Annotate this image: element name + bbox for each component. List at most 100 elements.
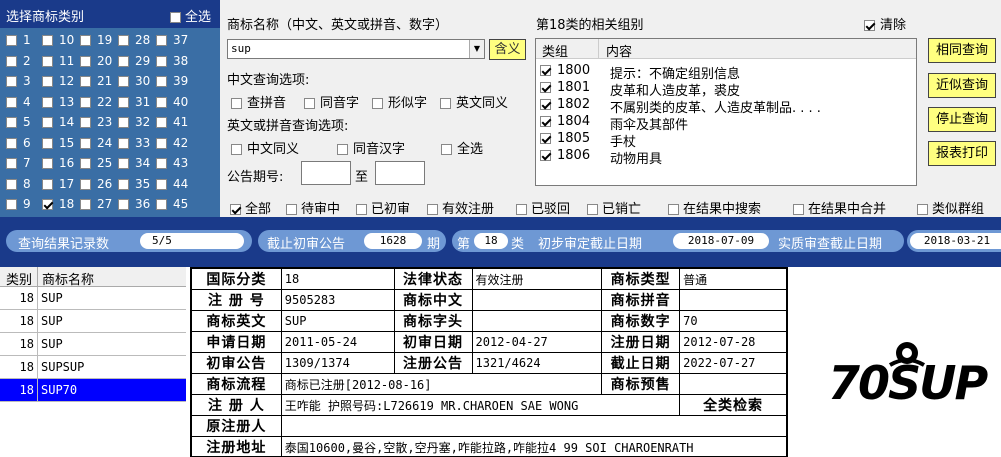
class-checkbox[interactable]: 12 <box>42 74 74 88</box>
issue-to-input[interactable] <box>375 161 425 185</box>
class-checkbox[interactable]: 22 <box>80 95 112 109</box>
group-row[interactable]: 1800 提示：不确定组别信息 <box>540 63 910 82</box>
issue-from-input[interactable] <box>301 161 351 185</box>
initial-deadline-value: 2018-07-09 <box>673 233 769 249</box>
class-checkbox[interactable]: 44 <box>156 177 188 191</box>
class-checkbox[interactable]: 29 <box>118 54 150 68</box>
class-checkbox[interactable]: 40 <box>156 95 188 109</box>
class-checkbox[interactable]: 17 <box>42 177 74 191</box>
print-report-button[interactable]: 报表打印 <box>928 141 996 166</box>
class-checkbox[interactable]: 23 <box>80 115 112 129</box>
class-checkbox[interactable]: 27 <box>80 197 112 211</box>
class-checkbox[interactable]: 3 <box>6 74 31 88</box>
class-checkbox[interactable]: 4 <box>6 95 31 109</box>
trademark-name-input[interactable]: sup <box>227 39 485 59</box>
option-english-synonym[interactable]: 英文同义 <box>440 92 508 111</box>
select-all-classes-checkbox[interactable]: 全选 <box>170 6 211 25</box>
class-checkbox[interactable]: 19 <box>80 33 112 47</box>
option-select-all[interactable]: 全选 <box>441 138 483 157</box>
group-row[interactable]: 1801 皮革和人造皮革，裘皮 <box>540 80 910 99</box>
class-checkbox[interactable]: 1 <box>6 33 31 47</box>
stop-search-button[interactable]: 停止查询 <box>928 107 996 132</box>
option-chinese-synonym[interactable]: 中文同义 <box>231 138 299 157</box>
option-homophone-hanzi[interactable]: 同音汉字 <box>337 138 405 157</box>
table-row[interactable]: 18 SUP <box>0 287 186 310</box>
filter-checkbox[interactable]: 在结果中搜索 <box>668 198 761 217</box>
filter-checkbox[interactable]: 已初审 <box>356 198 410 217</box>
class-checkbox[interactable]: 34 <box>118 156 150 170</box>
meaning-button[interactable]: 含义 <box>489 39 526 60</box>
class-checkbox[interactable]: 14 <box>42 115 74 129</box>
class-checkbox[interactable]: 25 <box>80 156 112 170</box>
filter-checkbox[interactable]: 待审中 <box>286 198 340 217</box>
reg-no-value: 9505283 <box>280 289 395 311</box>
checkbox-icon <box>80 158 91 169</box>
class-number: 5 <box>23 115 31 129</box>
class-checkbox[interactable]: 45 <box>156 197 188 211</box>
class-checkbox[interactable]: 8 <box>6 177 31 191</box>
class-checkbox[interactable]: 16 <box>42 156 74 170</box>
group-row[interactable]: 1806 动物用具 <box>540 148 910 167</box>
class-checkbox[interactable]: 24 <box>80 136 112 150</box>
filter-checkbox[interactable]: 在结果中合并 <box>793 198 886 217</box>
table-row[interactable]: 18 SUPSUP <box>0 356 186 379</box>
class-checkbox[interactable]: 6 <box>6 136 31 150</box>
group-row[interactable]: 1804 雨伞及其部件 <box>540 114 910 133</box>
group-row[interactable]: 1802 不属别类的皮革、人造皮革制品. . . . <box>540 97 910 116</box>
class-checkbox[interactable]: 41 <box>156 115 188 129</box>
class-checkbox[interactable]: 38 <box>156 54 188 68</box>
class-checkbox[interactable]: 15 <box>42 136 74 150</box>
option-pinyin[interactable]: 查拼音 <box>231 92 286 111</box>
group-col-header: 类组 <box>542 45 569 60</box>
class-checkbox[interactable]: 28 <box>118 33 150 47</box>
class-checkbox[interactable]: 26 <box>80 177 112 191</box>
class-checkbox[interactable]: 20 <box>80 54 112 68</box>
column-divider <box>37 267 38 287</box>
class-checkbox[interactable]: 2 <box>6 54 31 68</box>
class-panel-title: 选择商标类别 <box>6 10 85 25</box>
result-class: 18 <box>19 360 34 374</box>
table-row[interactable]: 18 SUP <box>0 333 186 356</box>
table-row: 原注册人 <box>191 415 788 437</box>
class-checkbox[interactable]: 21 <box>80 74 112 88</box>
filter-checkbox[interactable]: 类似群组 <box>917 198 984 217</box>
result-name: SUP <box>41 314 63 328</box>
same-search-button[interactable]: 相同查询 <box>928 38 996 63</box>
filter-checkbox[interactable]: 全部 <box>230 198 271 217</box>
similar-search-button[interactable]: 近似查询 <box>928 73 996 98</box>
clear-checkbox[interactable]: 清除 <box>864 14 906 33</box>
class-checkbox[interactable]: 39 <box>156 74 188 88</box>
checkbox-icon <box>42 178 53 190</box>
option-similar-shape[interactable]: 形似字 <box>372 92 427 111</box>
class-checkbox[interactable]: 11 <box>42 54 74 68</box>
class-checkbox[interactable]: 35 <box>118 177 150 191</box>
checkbox-icon <box>917 204 928 215</box>
class-checkbox[interactable]: 31 <box>118 95 150 109</box>
checkbox-icon <box>118 117 129 128</box>
class-checkbox[interactable]: 32 <box>118 115 150 129</box>
checkbox-icon <box>80 137 91 149</box>
checkbox-icon <box>587 204 598 215</box>
class-checkbox[interactable]: 5 <box>6 115 31 129</box>
option-homophone[interactable]: 同音字 <box>304 92 359 111</box>
class-number: 23 <box>97 115 113 129</box>
filter-checkbox[interactable]: 已销亡 <box>587 198 641 217</box>
class-checkbox[interactable]: 43 <box>156 156 188 170</box>
class-checkbox[interactable]: 30 <box>118 74 150 88</box>
class-checkbox[interactable]: 37 <box>156 33 188 47</box>
class-checkbox[interactable]: 36 <box>118 197 150 211</box>
all-class-search-button[interactable]: 全类检索 <box>679 394 787 416</box>
class-checkbox[interactable]: 13 <box>42 95 74 109</box>
chevron-down-icon[interactable]: ▼ <box>469 40 484 58</box>
filter-checkbox[interactable]: 已驳回 <box>516 198 570 217</box>
table-row[interactable]: 18 SUP <box>0 310 186 333</box>
group-row[interactable]: 1805 手杖 <box>540 131 910 150</box>
class-checkbox[interactable]: 18 <box>42 197 74 211</box>
class-checkbox[interactable]: 42 <box>156 136 188 150</box>
class-checkbox[interactable]: 7 <box>6 156 31 170</box>
class-checkbox[interactable]: 10 <box>42 33 74 47</box>
class-checkbox[interactable]: 33 <box>118 136 150 150</box>
filter-checkbox[interactable]: 有效注册 <box>427 198 494 217</box>
class-checkbox[interactable]: 9 <box>6 197 31 211</box>
table-row[interactable]: 18 SUP70 <box>0 379 186 402</box>
